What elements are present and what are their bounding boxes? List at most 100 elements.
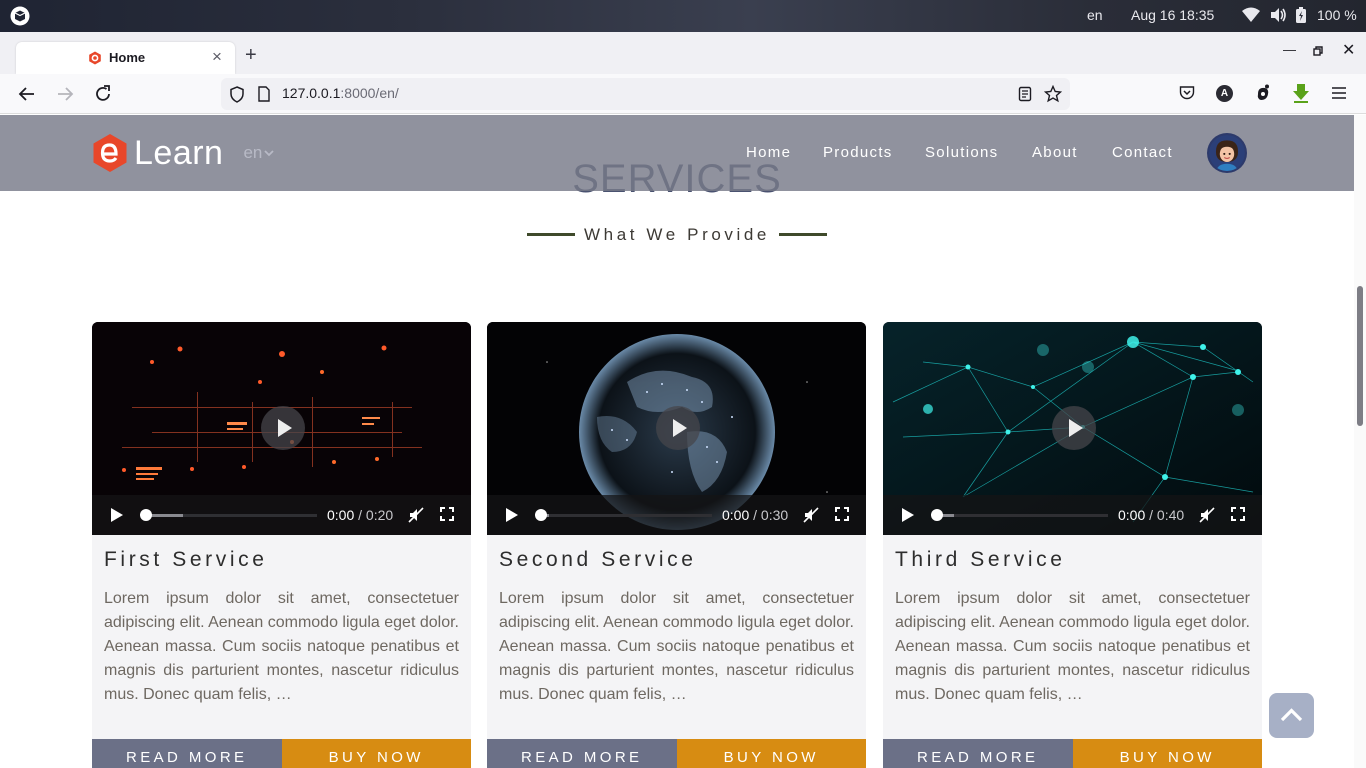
account-avatar-icon[interactable]: A <box>1216 85 1233 102</box>
read-more-button[interactable]: READ MORE <box>883 739 1073 768</box>
play-icon[interactable] <box>111 508 123 522</box>
os-logo-icon[interactable] <box>10 6 30 26</box>
new-tab-icon[interactable]: + <box>245 44 257 67</box>
tab-title: Home <box>109 50 146 65</box>
seek-bar[interactable] <box>937 514 1108 517</box>
nav-contact[interactable]: Contact <box>1112 144 1173 161</box>
shield-icon[interactable] <box>229 86 245 103</box>
service-title: First Service <box>104 548 268 571</box>
language-selector[interactable]: en <box>243 143 275 163</box>
service-video[interactable]: 0:00 / 0:30 <box>487 322 866 535</box>
user-avatar[interactable] <box>1207 133 1247 173</box>
minimize-icon[interactable]: — <box>1283 42 1296 57</box>
service-video[interactable]: 0:00 / 0:20 <box>92 322 471 535</box>
os-top-bar: en Aug 16 18:35 100 % <box>0 0 1366 32</box>
mute-icon[interactable] <box>408 507 424 523</box>
scroll-to-top-button[interactable] <box>1269 693 1314 738</box>
pocket-icon[interactable] <box>1179 84 1195 100</box>
keyboard-language[interactable]: en <box>1087 7 1103 23</box>
site-header: Learn en Home Products Solutions About C… <box>0 115 1354 191</box>
service-card: 0:00 / 0:20 First Service Lorem ipsum do… <box>92 322 471 768</box>
fullscreen-icon[interactable] <box>1231 507 1245 521</box>
current-time: 0:00 <box>722 507 750 523</box>
nav-about[interactable]: About <box>1032 144 1078 161</box>
chevron-down-icon <box>264 150 275 157</box>
page-scrollbar[interactable] <box>1354 115 1366 768</box>
forward-icon[interactable] <box>54 83 76 105</box>
video-time: 0:00 / 0:20 <box>327 507 393 523</box>
current-time: 0:00 <box>327 507 355 523</box>
service-card: 0:00 / 0:40 Third Service Lorem ipsum do… <box>883 322 1262 768</box>
back-icon[interactable] <box>16 83 38 105</box>
read-more-button[interactable]: READ MORE <box>92 739 282 768</box>
buy-now-button[interactable]: BUY NOW <box>676 739 866 768</box>
service-description: Lorem ipsum dolor sit amet, consectetuer… <box>499 590 854 703</box>
system-tray[interactable]: 100 % <box>1241 6 1357 24</box>
clock[interactable]: Aug 16 18:35 <box>1131 7 1214 23</box>
tab-strip: Home × + — ✕ <box>0 32 1366 74</box>
maximize-icon[interactable] <box>1313 46 1323 56</box>
nav-home[interactable]: Home <box>746 144 791 161</box>
scrollbar-thumb[interactable] <box>1357 286 1363 426</box>
video-controls: 0:00 / 0:20 <box>92 495 471 535</box>
wifi-icon <box>1242 7 1260 22</box>
battery-percent: 100 % <box>1317 7 1357 23</box>
nav-products[interactable]: Products <box>823 144 893 161</box>
current-time: 0:00 <box>1118 507 1146 523</box>
fullscreen-icon[interactable] <box>440 507 454 521</box>
reader-view-icon[interactable] <box>1018 86 1032 102</box>
extension-download-icon[interactable] <box>1292 83 1310 103</box>
video-controls: 0:00 / 0:40 <box>883 495 1262 535</box>
buy-now-button[interactable]: BUY NOW <box>1072 739 1262 768</box>
fullscreen-icon[interactable] <box>835 507 849 521</box>
video-time: 0:00 / 0:40 <box>1118 507 1184 523</box>
big-play-icon[interactable] <box>1052 406 1096 450</box>
browser-navbar: 127.0.0.1:8000/en/ A <box>0 74 1366 114</box>
reload-icon[interactable] <box>92 83 114 105</box>
service-video[interactable]: 0:00 / 0:40 <box>883 322 1262 535</box>
service-title: Third Service <box>895 548 1066 571</box>
close-window-icon[interactable]: ✕ <box>1342 40 1355 60</box>
seek-bar[interactable] <box>146 514 317 517</box>
tab-close-icon[interactable]: × <box>212 47 222 67</box>
extension-gnome-icon[interactable] <box>1255 84 1271 102</box>
language-selector-value: en <box>243 143 263 162</box>
bookmark-star-icon[interactable] <box>1044 85 1062 103</box>
seek-bar[interactable] <box>541 514 712 517</box>
url-text[interactable]: 127.0.0.1:8000/en/ <box>282 85 399 101</box>
tab-home[interactable]: Home × <box>16 42 235 74</box>
big-play-icon[interactable] <box>656 406 700 450</box>
seek-handle[interactable] <box>140 509 152 521</box>
service-card: 0:00 / 0:30 Second Service Lorem ipsum d… <box>487 322 866 768</box>
section-subtitle: What We Provide <box>584 225 770 244</box>
menu-hamburger-icon[interactable] <box>1332 86 1346 100</box>
brand-logo-icon <box>93 134 127 172</box>
buy-now-button[interactable]: BUY NOW <box>281 739 471 768</box>
play-icon[interactable] <box>506 508 518 522</box>
subtitle-line-right <box>779 233 827 236</box>
page-info-icon[interactable] <box>257 86 271 102</box>
brand[interactable]: Learn en <box>92 133 275 173</box>
mute-icon[interactable] <box>803 507 819 523</box>
video-time: 0:00 / 0:30 <box>722 507 788 523</box>
play-icon[interactable] <box>902 508 914 522</box>
seek-handle[interactable] <box>535 509 547 521</box>
brand-name: Learn <box>134 133 224 172</box>
battery-icon <box>1296 7 1306 23</box>
read-more-button[interactable]: READ MORE <box>487 739 677 768</box>
mute-icon[interactable] <box>1199 507 1215 523</box>
card-actions: READ MORE BUY NOW <box>883 739 1262 768</box>
duration: / 0:30 <box>753 507 789 523</box>
duration: / 0:20 <box>358 507 394 523</box>
service-description: Lorem ipsum dolor sit amet, consectetuer… <box>895 590 1250 703</box>
address-bar[interactable]: 127.0.0.1:8000/en/ <box>221 78 1070 110</box>
nav-solutions[interactable]: Solutions <box>925 144 998 161</box>
url-host: 127.0.0.1 <box>282 85 341 101</box>
video-controls: 0:00 / 0:30 <box>487 495 866 535</box>
big-play-icon[interactable] <box>261 406 305 450</box>
service-description: Lorem ipsum dolor sit amet, consectetuer… <box>104 590 459 703</box>
volume-icon <box>1271 8 1286 22</box>
service-title: Second Service <box>499 548 697 571</box>
web-page: Learn en Home Products Solutions About C… <box>0 115 1354 768</box>
seek-handle[interactable] <box>931 509 943 521</box>
